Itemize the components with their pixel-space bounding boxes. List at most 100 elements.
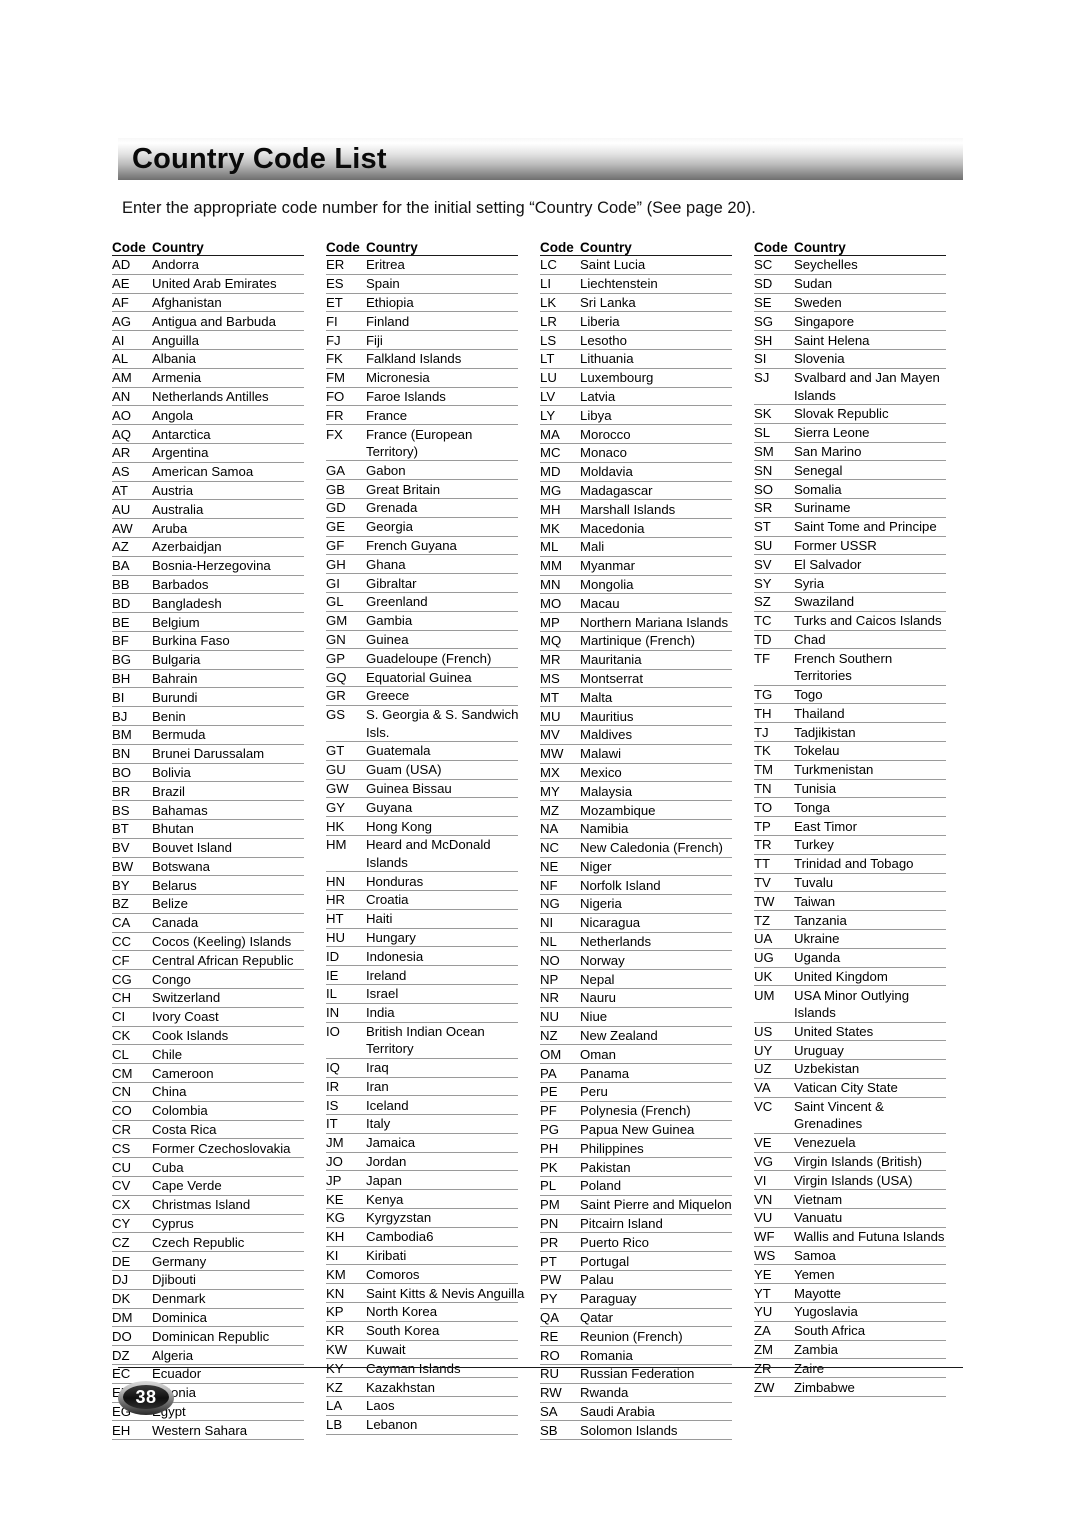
country-name-cell: Cameroon (152, 1065, 304, 1082)
table-row: MP Northern Mariana Islands (540, 613, 732, 632)
table-row: HT Haiti (326, 910, 518, 929)
country-name-cell: Niue (580, 1008, 732, 1025)
table-row: PK Pakistan (540, 1158, 732, 1178)
country-name-cell: Ireland (366, 967, 518, 984)
country-code-cell: TH (754, 705, 772, 721)
country-name-line: Territories (794, 668, 852, 684)
table-column-body: Code Country AD Andorra AE United Arab Emirat… (112, 236, 304, 1441)
table-row: IE Ireland (326, 966, 518, 985)
country-name-line: Guinea (366, 631, 409, 647)
table-row: UY Uruguay (754, 1041, 946, 1061)
country-name-cell: Afghanistan (152, 294, 304, 311)
country-name-line: Hong Kong (366, 818, 432, 834)
country-name-cell: Vatican City State (794, 1079, 946, 1096)
country-name-line: New Caledonia (French) (580, 840, 723, 856)
table-row: AW Aruba (112, 519, 304, 538)
country-code-cell: BI (112, 689, 125, 705)
table-row: ST Saint Tome and Principe (754, 518, 946, 537)
table-row: TV Tuvalu (754, 874, 946, 893)
table-row: PT Portugal (540, 1252, 732, 1272)
country-name-line: Guatemala (366, 743, 431, 759)
country-code-cell: CU (112, 1159, 132, 1175)
table-row: UG Uganda (754, 949, 946, 968)
country-code-cell: CS (112, 1140, 131, 1156)
table-row: RE Reunion (French) (540, 1327, 732, 1347)
country-name-cell: Heard and McDonald Islands (366, 836, 518, 871)
country-name-cell: Liechtenstein (580, 275, 732, 292)
country-name-cell: Moldavia (580, 463, 732, 480)
country-name-line: Germany (152, 1253, 207, 1269)
country-name-line: Kenya (366, 1191, 404, 1207)
country-name-cell: Samoa (794, 1247, 946, 1264)
country-name-line: Tokelau (794, 743, 840, 759)
country-name-line: Oman (580, 1046, 616, 1062)
country-name-cell: Tokelau (794, 742, 946, 759)
country-name-line: Saudi Arabia (580, 1404, 655, 1419)
country-name-line: Romania (580, 1347, 633, 1363)
country-code-cell: ML (540, 539, 559, 555)
table-row: US United States (754, 1023, 946, 1042)
table-row: IN India (326, 1004, 518, 1023)
country-name-cell: France (European Territory) (366, 426, 518, 461)
country-name-cell: Western Sahara (152, 1422, 304, 1439)
country-code-cell: TJ (754, 724, 769, 740)
table-column-body: Code Country SC Seychelles SD Sudan SE Sweden SG… (754, 236, 946, 1398)
country-name-line: Martinique (French) (580, 633, 696, 649)
table-row: NR Nauru (540, 989, 732, 1008)
table-row: TT Trinidad and Tobago (754, 855, 946, 874)
country-name-cell: Great Britain (366, 481, 518, 498)
country-name-line: Mauritania (580, 652, 642, 668)
country-name-line: Albania (152, 351, 196, 367)
table-row: TG Togo (754, 686, 946, 705)
table-row: PY Paraguay (540, 1290, 732, 1309)
country-name-cell: Gibraltar (366, 575, 518, 592)
country-code-cell: DJ (112, 1272, 129, 1288)
country-code-cell: GN (326, 631, 346, 647)
table-row: DO Dominican Republic (112, 1327, 304, 1347)
country-name-cell: Brazil (152, 783, 304, 800)
country-name-line: Malta (580, 689, 613, 705)
country-name-cell: Tunisia (794, 780, 946, 797)
country-code-cell: JM (326, 1135, 344, 1151)
table-row: BN Brunei Darussalam (112, 745, 304, 764)
table-row: GN Guinea (326, 631, 518, 650)
country-code-cell: TC (754, 613, 772, 629)
table-row: BZ Belize (112, 895, 304, 914)
country-code-cell: PR (540, 1234, 559, 1250)
country-code-cell: ST (754, 519, 771, 535)
country-code-cell: SB (540, 1422, 558, 1438)
country-code-cell: CF (112, 952, 130, 968)
country-code-cell: AZ (112, 539, 129, 555)
table-row: NL Netherlands (540, 933, 732, 952)
country-name-line: Portugal (580, 1253, 630, 1269)
country-code-cell: LT (540, 351, 555, 367)
country-name-cell: Uzbekistan (794, 1060, 946, 1077)
country-code-cell: SV (754, 556, 772, 572)
table-row: IT Italy (326, 1115, 518, 1134)
country-name-line: Sudan (794, 276, 833, 292)
country-name-line: Bhutan (152, 821, 194, 837)
country-code-cell: IQ (326, 1060, 340, 1076)
country-code-cell: EH (112, 1422, 131, 1438)
country-name-cell: Wallis and Futuna Islands (794, 1228, 946, 1245)
table-row: SR Suriname (754, 499, 946, 518)
country-name-line: Pitcairn Island (580, 1216, 663, 1232)
country-name-cell: Germany (152, 1253, 304, 1270)
country-name-line: Bolivia (152, 764, 191, 780)
page-number-badge: 38 (118, 1381, 174, 1415)
country-name-line: Belarus (152, 877, 197, 893)
country-code-cell: MH (540, 501, 561, 517)
country-name-line: French Southern (794, 650, 893, 666)
country-name-line: Kuwait (366, 1342, 406, 1358)
country-name-line: Grenadines (794, 1116, 863, 1132)
country-code-cell: MT (540, 689, 560, 705)
table-row: GT Guatemala (326, 742, 518, 761)
country-code-cell: BZ (112, 896, 129, 912)
country-name-cell: Zaire (794, 1360, 946, 1377)
country-name-line: Great Britain (366, 481, 441, 497)
country-name-cell: Rwanda (580, 1384, 732, 1401)
country-name-cell: Poland (580, 1177, 732, 1194)
table-row: WS Samoa (754, 1247, 946, 1266)
country-name-line: Bulgaria (152, 652, 201, 668)
table-row: MT Malta (540, 688, 732, 708)
